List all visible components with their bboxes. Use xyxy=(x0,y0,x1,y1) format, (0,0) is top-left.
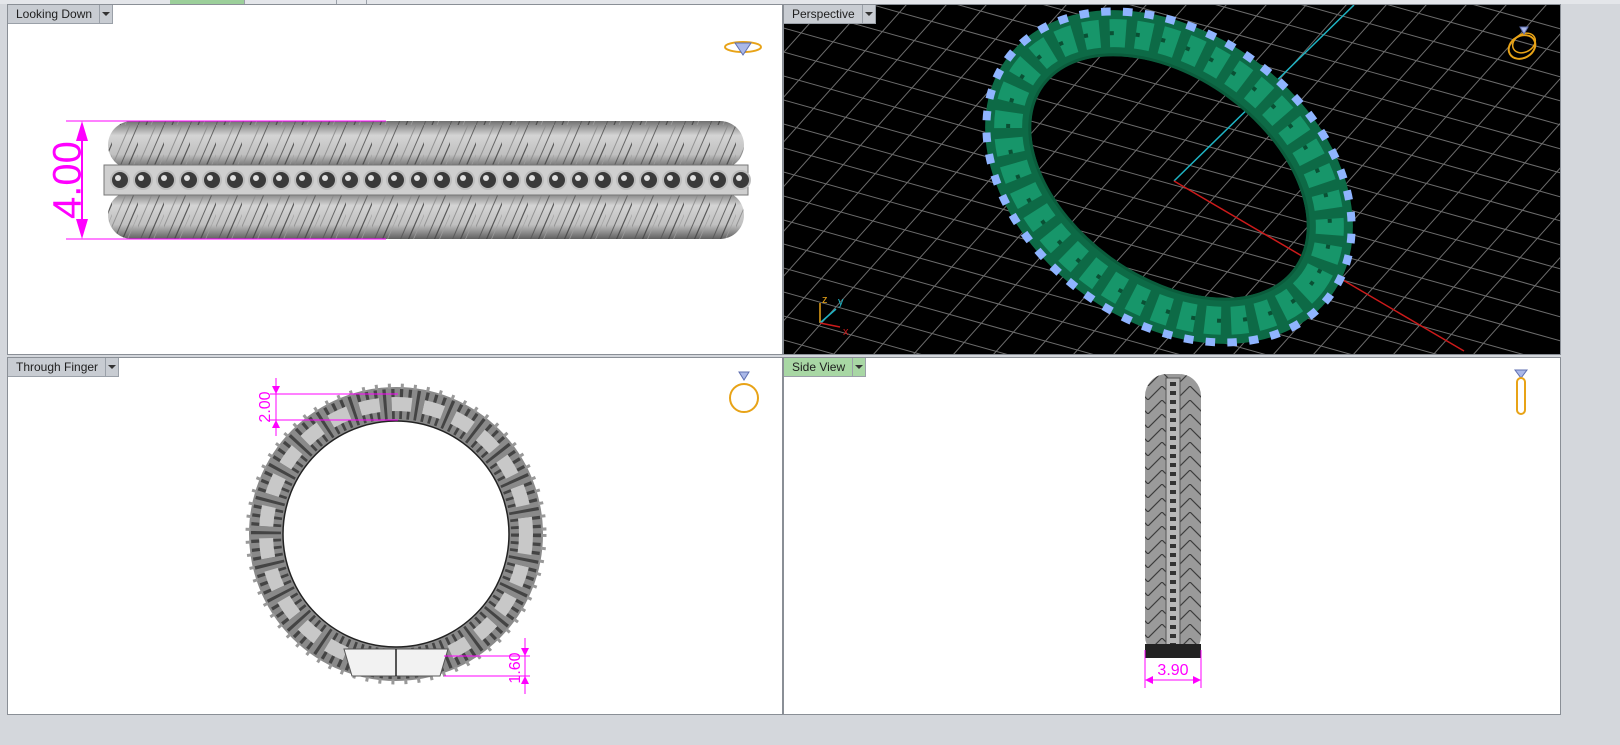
grid-line xyxy=(784,5,907,143)
gem-highlight xyxy=(483,175,489,181)
gem-highlight xyxy=(161,175,167,181)
ring-orientation-icon[interactable] xyxy=(1502,21,1542,65)
grid-line xyxy=(784,5,827,53)
gem-highlight xyxy=(230,175,236,181)
gem-highlight xyxy=(437,175,443,181)
dimension-label: 4.00 xyxy=(46,141,90,219)
viewport-title: Through Finger xyxy=(8,358,107,377)
grid-line xyxy=(784,353,1561,355)
gem-highlight xyxy=(575,175,581,181)
viewport-label[interactable]: Perspective xyxy=(784,5,876,24)
dimension-label: 3.90 xyxy=(1157,662,1188,679)
viewport-perspective[interactable]: Perspective z y x xyxy=(783,4,1561,355)
gem-highlight xyxy=(276,175,282,181)
viewport-through-finger[interactable]: Through Finger 2.00 1.60 xyxy=(7,357,783,715)
gem-highlight xyxy=(391,175,397,181)
grid-line xyxy=(784,5,787,9)
ring-orientation-icon[interactable] xyxy=(726,368,762,416)
ring-front-view: 2.00 1.60 xyxy=(245,378,547,694)
gem-highlight xyxy=(299,175,305,181)
gem-highlight xyxy=(414,175,420,181)
gem-highlight xyxy=(506,175,512,181)
gem-highlight xyxy=(345,175,351,181)
viewport-side-view[interactable]: Side View 3.90 xyxy=(783,357,1561,715)
dimension-arrowhead-up xyxy=(76,121,88,141)
finger-hole xyxy=(282,420,510,648)
dimension-arrowhead-down xyxy=(76,219,88,239)
axis-z-label: z xyxy=(822,294,828,306)
viewport-title: Looking Down xyxy=(8,5,101,24)
viewport-looking-down[interactable]: Looking Down 4.00 xyxy=(7,4,783,355)
gem-highlight xyxy=(667,175,673,181)
gem-highlight xyxy=(138,175,144,181)
viewport-label[interactable]: Through Finger xyxy=(8,358,120,377)
viewport-label[interactable]: Side View xyxy=(784,358,867,377)
axis-gizmo: z y x xyxy=(819,294,849,338)
gem-highlight xyxy=(529,175,535,181)
axis-y-label: y xyxy=(838,296,844,308)
viewport-title: Perspective xyxy=(784,5,863,24)
grid-line xyxy=(784,51,1560,270)
viewport-title: Side View xyxy=(784,358,854,377)
ring-3d-model xyxy=(982,7,1356,347)
chevron-down-icon[interactable] xyxy=(853,358,867,377)
side-base xyxy=(1145,644,1201,658)
gem-highlight xyxy=(115,175,121,181)
gem-highlight xyxy=(644,175,650,181)
chevron-down-icon[interactable] xyxy=(862,5,876,24)
gem-highlight xyxy=(690,175,696,181)
ring-orientation-icon[interactable] xyxy=(1506,366,1536,418)
chevron-down-icon[interactable] xyxy=(106,358,120,377)
ring-top-view: 4.00 xyxy=(46,120,751,240)
chevron-down-icon[interactable] xyxy=(100,5,114,24)
gem-highlight xyxy=(322,175,328,181)
gem-highlight xyxy=(621,175,627,181)
dimension-label-bottom: 1.60 xyxy=(507,652,524,683)
gem-highlight xyxy=(552,175,558,181)
ring-side-view: 3.90 xyxy=(1144,374,1202,688)
gem-highlight xyxy=(736,175,742,181)
perspective-scene: z y x xyxy=(784,5,1561,355)
gem-highlight xyxy=(253,175,259,181)
dimension-label-top: 2.00 xyxy=(257,391,274,422)
gem-highlight xyxy=(207,175,213,181)
ring-orientation-icon[interactable] xyxy=(722,31,764,61)
gem-highlight xyxy=(460,175,466,181)
gem-highlight xyxy=(713,175,719,181)
gem-highlight xyxy=(184,175,190,181)
gem-highlight xyxy=(368,175,374,181)
axis-x-label: x xyxy=(843,326,849,338)
grid-line xyxy=(784,5,987,232)
gem-highlight xyxy=(598,175,604,181)
viewport-label[interactable]: Looking Down xyxy=(8,5,114,24)
